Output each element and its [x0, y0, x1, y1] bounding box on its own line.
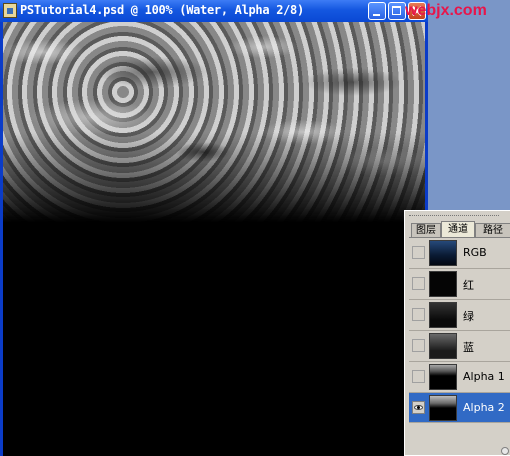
channels-panel: 图层 通道 路径 RGB 红 绿 蓝 Alpha 1 Alpha 2: [404, 210, 510, 456]
panel-footer: [409, 447, 510, 455]
channel-row-rgb[interactable]: RGB: [409, 238, 510, 269]
channel-thumbnail: [429, 364, 457, 390]
watermark-text: webjx.com: [405, 2, 487, 19]
channel-row-blue[interactable]: 蓝: [409, 331, 510, 362]
channel-row-red[interactable]: 红: [409, 269, 510, 300]
visibility-toggle[interactable]: [412, 308, 425, 321]
tab-channels[interactable]: 通道: [441, 221, 475, 237]
minimize-button[interactable]: [368, 2, 386, 20]
window-title: PSTutorial4.psd @ 100% (Water, Alpha 2/8…: [20, 3, 304, 17]
tab-layers[interactable]: 图层: [411, 223, 441, 237]
visibility-toggle[interactable]: [412, 277, 425, 290]
channel-label: 绿: [463, 310, 474, 323]
channel-thumbnail: [429, 395, 457, 421]
panel-tabs: 图层 通道 路径: [409, 221, 510, 237]
image-canvas[interactable]: [3, 22, 425, 456]
channel-list: RGB 红 绿 蓝 Alpha 1 Alpha 2: [409, 237, 510, 450]
channel-label: 蓝: [463, 341, 474, 354]
channel-row-alpha-1[interactable]: Alpha 1: [409, 362, 510, 393]
visibility-toggle[interactable]: [412, 370, 425, 383]
channel-label: RGB: [463, 246, 487, 259]
visibility-toggle[interactable]: [412, 339, 425, 352]
title-bar[interactable]: PSTutorial4.psd @ 100% (Water, Alpha 2/8…: [0, 0, 428, 22]
eye-icon: [414, 405, 423, 410]
channel-thumbnail: [429, 302, 457, 328]
maximize-button[interactable]: [388, 2, 406, 20]
visibility-toggle[interactable]: [412, 401, 425, 414]
channel-thumbnail: [429, 271, 457, 297]
visibility-toggle[interactable]: [412, 246, 425, 259]
channel-label: Alpha 1: [463, 370, 505, 383]
channel-label: 红: [463, 279, 474, 292]
channel-row-alpha-2[interactable]: Alpha 2: [409, 393, 510, 423]
water-texture-image: [3, 22, 425, 222]
document-window: PSTutorial4.psd @ 100% (Water, Alpha 2/8…: [0, 0, 428, 456]
photoshop-document-icon[interactable]: [3, 3, 17, 18]
tab-paths[interactable]: 路径: [475, 223, 510, 237]
channel-thumbnail: [429, 240, 457, 266]
channel-row-green[interactable]: 绿: [409, 300, 510, 331]
channel-label: Alpha 2: [463, 401, 505, 414]
channel-thumbnail: [429, 333, 457, 359]
panel-grip[interactable]: [405, 211, 510, 221]
